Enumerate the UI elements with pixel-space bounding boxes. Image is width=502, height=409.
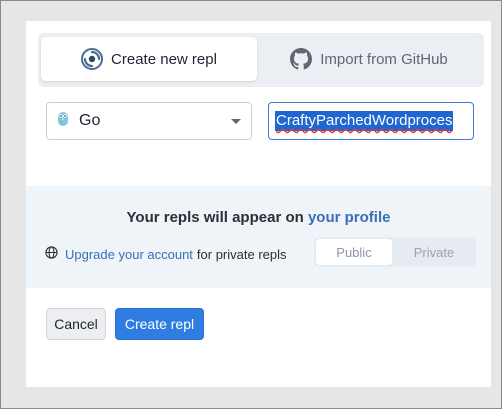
info-heading: Your repls will appear on your profile (26, 209, 491, 226)
your-profile-link[interactable]: your profile (308, 209, 391, 226)
repl-name-input[interactable]: CraftyParchedWordproces (268, 102, 474, 140)
create-repl-button[interactable]: Create repl (115, 308, 204, 340)
language-value: Go (79, 112, 101, 129)
chevron-down-icon (231, 119, 241, 124)
tab-create-new-repl[interactable]: Create new repl (41, 37, 257, 81)
tab-create-label: Create new repl (111, 50, 217, 68)
repl-name-value: CraftyParchedWordproces (275, 111, 454, 131)
go-gopher-icon (57, 110, 69, 133)
visibility-info-panel: Your repls will appear on your profile U… (26, 186, 491, 288)
create-repl-dialog: Create new repl Import from GitHub Go Cr… (26, 21, 491, 387)
info-heading-text: Your repls will appear on (126, 209, 304, 226)
visibility-toggle: Public Private (314, 237, 476, 267)
cancel-button[interactable]: Cancel (46, 308, 106, 340)
window-frame: Create new repl Import from GitHub Go Cr… (0, 0, 502, 409)
upgrade-row: Upgrade your account for private repls (45, 245, 287, 263)
github-icon (290, 48, 313, 70)
tab-import-label: Import from GitHub (320, 50, 448, 68)
toggle-public[interactable]: Public (316, 239, 392, 265)
language-select[interactable]: Go (46, 102, 252, 140)
tab-bar: Create new repl Import from GitHub (38, 33, 484, 87)
upgrade-account-link[interactable]: Upgrade your account (65, 247, 193, 262)
replit-swirl-icon (81, 48, 104, 70)
globe-icon (45, 246, 65, 262)
upgrade-suffix-text: for private repls (196, 246, 287, 262)
tab-import-from-github[interactable]: Import from GitHub (260, 37, 478, 81)
toggle-private[interactable]: Private (396, 239, 472, 265)
